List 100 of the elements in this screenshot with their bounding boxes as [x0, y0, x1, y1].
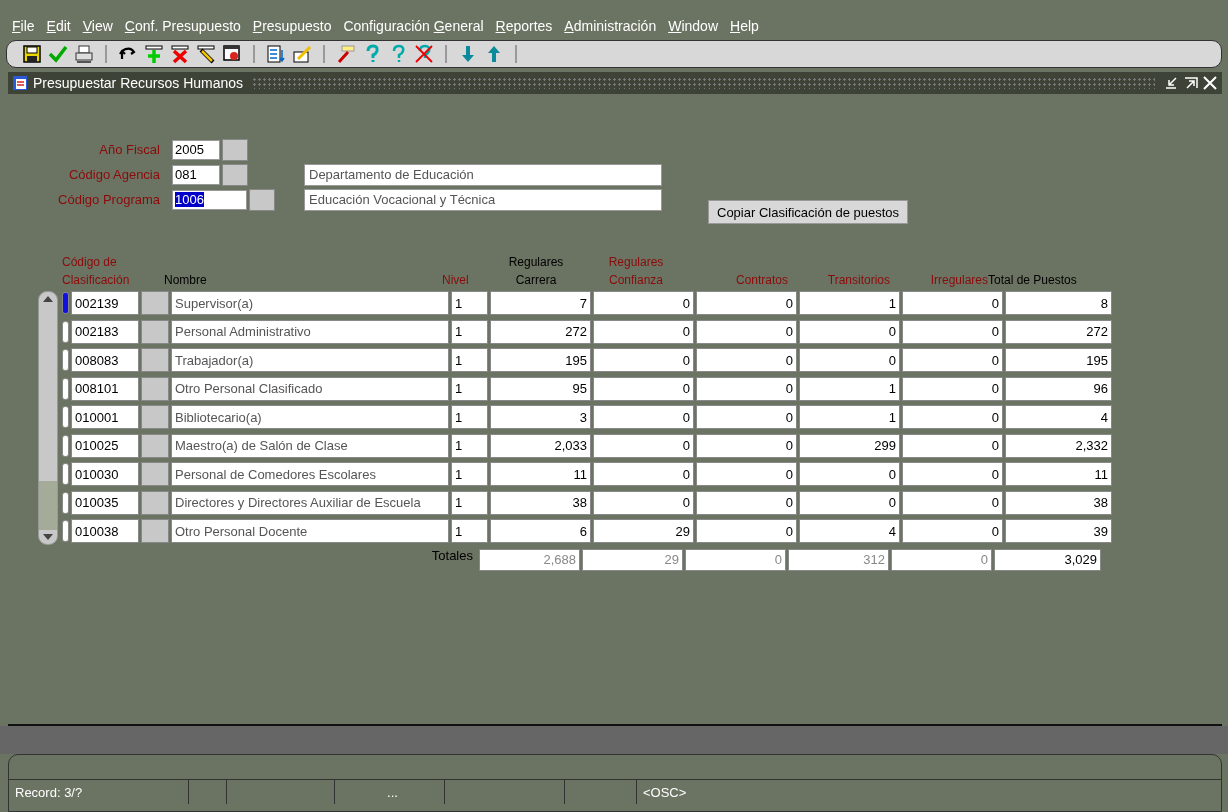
- table-cell[interactable]: 0: [696, 490, 797, 515]
- table-cell[interactable]: 0: [902, 405, 1003, 430]
- table-cell[interactable]: 0: [593, 405, 694, 430]
- table-cell[interactable]: 1: [451, 405, 488, 430]
- table-cell[interactable]: 39: [1005, 519, 1112, 544]
- table-cell[interactable]: 0: [902, 490, 1003, 515]
- table-cell[interactable]: 38: [1005, 490, 1112, 515]
- list-of-values-button[interactable]: [141, 405, 169, 430]
- table-cell[interactable]: Trabajador(a): [171, 348, 449, 373]
- table-cell[interactable]: 299: [799, 433, 900, 458]
- record-indicator[interactable]: [62, 491, 69, 514]
- table-cell[interactable]: 010035: [71, 490, 139, 515]
- menu-item[interactable]: Help: [730, 18, 759, 34]
- table-cell[interactable]: 2,332: [1005, 433, 1112, 458]
- table-cell[interactable]: 0: [696, 291, 797, 316]
- table-cell[interactable]: 1: [451, 348, 488, 373]
- table-cell[interactable]: 38: [490, 490, 591, 515]
- delete-record-icon[interactable]: [170, 44, 190, 64]
- table-cell[interactable]: 96: [1005, 376, 1112, 401]
- list-of-values-button[interactable]: [222, 138, 248, 161]
- record-indicator[interactable]: [62, 377, 69, 400]
- table-cell[interactable]: 1: [451, 490, 488, 515]
- table-cell[interactable]: 3: [490, 405, 591, 430]
- table-cell[interactable]: 0: [593, 376, 694, 401]
- record-indicator[interactable]: [62, 520, 69, 543]
- table-cell[interactable]: 0: [593, 291, 694, 316]
- table-cell[interactable]: 0: [902, 319, 1003, 344]
- table-cell[interactable]: Maestro(a) de Salón de Clase: [171, 433, 449, 458]
- add-record-icon[interactable]: [144, 44, 164, 64]
- copy-button[interactable]: Copiar Clasificación de puestos: [708, 200, 909, 224]
- list-of-values-button[interactable]: [141, 519, 169, 544]
- table-cell[interactable]: 0: [799, 319, 900, 344]
- table-cell[interactable]: 1: [451, 291, 488, 316]
- table-cell[interactable]: 0: [593, 490, 694, 515]
- menu-item[interactable]: Reportes: [495, 18, 553, 34]
- table-cell[interactable]: 0: [696, 348, 797, 373]
- table-cell[interactable]: Bibliotecario(a): [171, 405, 449, 430]
- record-indicator[interactable]: [62, 406, 69, 429]
- table-cell[interactable]: 002139: [71, 291, 139, 316]
- scrollbar[interactable]: [38, 291, 58, 545]
- table-cell[interactable]: 0: [593, 433, 694, 458]
- table-cell[interactable]: 7: [490, 291, 591, 316]
- table-cell[interactable]: 0: [902, 433, 1003, 458]
- table-cell[interactable]: 29: [593, 519, 694, 544]
- scroll-thumb[interactable]: [39, 480, 57, 530]
- record-indicator[interactable]: [62, 320, 69, 343]
- scroll-down-icon[interactable]: [42, 533, 54, 541]
- table-cell[interactable]: 0: [696, 462, 797, 487]
- table-cell[interactable]: 010030: [71, 462, 139, 487]
- pencil-icon[interactable]: [196, 44, 216, 64]
- edit-icon[interactable]: [292, 44, 312, 64]
- close-icon[interactable]: [1202, 76, 1218, 90]
- table-cell[interactable]: 272: [490, 319, 591, 344]
- table-cell[interactable]: 272: [1005, 319, 1112, 344]
- input-field[interactable]: 1006: [172, 189, 247, 210]
- input-field[interactable]: 081: [172, 164, 220, 185]
- table-cell[interactable]: 002183: [71, 319, 139, 344]
- table-cell[interactable]: 11: [490, 462, 591, 487]
- table-cell[interactable]: 1: [451, 319, 488, 344]
- list-of-values-button[interactable]: [141, 490, 169, 515]
- list-of-values-button[interactable]: [141, 376, 169, 401]
- menu-item[interactable]: File: [12, 18, 35, 34]
- table-cell[interactable]: 0: [696, 376, 797, 401]
- table-cell[interactable]: Directores y Directores Auxiliar de Escuela: [171, 490, 449, 515]
- list-of-values-button[interactable]: [141, 462, 169, 487]
- table-cell[interactable]: 1: [451, 376, 488, 401]
- list-of-values-button[interactable]: [141, 433, 169, 458]
- table-cell[interactable]: 4: [1005, 405, 1112, 430]
- table-cell[interactable]: 0: [799, 490, 900, 515]
- table-cell[interactable]: 95: [490, 376, 591, 401]
- table-cell[interactable]: 0: [799, 462, 900, 487]
- menu-item[interactable]: Edit: [46, 18, 71, 34]
- table-cell[interactable]: 0: [902, 348, 1003, 373]
- table-cell[interactable]: 1: [799, 376, 900, 401]
- table-cell[interactable]: 1: [451, 433, 488, 458]
- window-icon[interactable]: [222, 44, 242, 64]
- table-cell[interactable]: 195: [1005, 348, 1112, 373]
- table-cell[interactable]: 010038: [71, 519, 139, 544]
- table-cell[interactable]: Otro Personal Clasificado: [171, 376, 449, 401]
- table-cell[interactable]: Personal de Comedores Escolares: [171, 462, 449, 487]
- table-cell[interactable]: 8: [1005, 291, 1112, 316]
- table-cell[interactable]: 0: [696, 319, 797, 344]
- table-cell[interactable]: 0: [593, 348, 694, 373]
- cancel-query-icon[interactable]: [414, 44, 434, 64]
- list-of-values-button[interactable]: [141, 348, 169, 373]
- table-cell[interactable]: 0: [799, 348, 900, 373]
- list-of-values-button[interactable]: [141, 319, 169, 344]
- table-cell[interactable]: Supervisor(a): [171, 291, 449, 316]
- printer-icon[interactable]: [74, 44, 94, 64]
- table-cell[interactable]: 1: [451, 462, 488, 487]
- table-cell[interactable]: 0: [696, 433, 797, 458]
- table-cell[interactable]: 4: [799, 519, 900, 544]
- input-field[interactable]: 2005: [172, 139, 220, 160]
- table-cell[interactable]: 2,033: [490, 433, 591, 458]
- table-cell[interactable]: Otro Personal Docente: [171, 519, 449, 544]
- menu-item[interactable]: Window: [668, 18, 718, 34]
- table-cell[interactable]: 0: [902, 462, 1003, 487]
- menu-item[interactable]: Conf. Presupuesto: [124, 18, 241, 34]
- table-cell[interactable]: 1: [451, 519, 488, 544]
- table-cell[interactable]: 0: [902, 376, 1003, 401]
